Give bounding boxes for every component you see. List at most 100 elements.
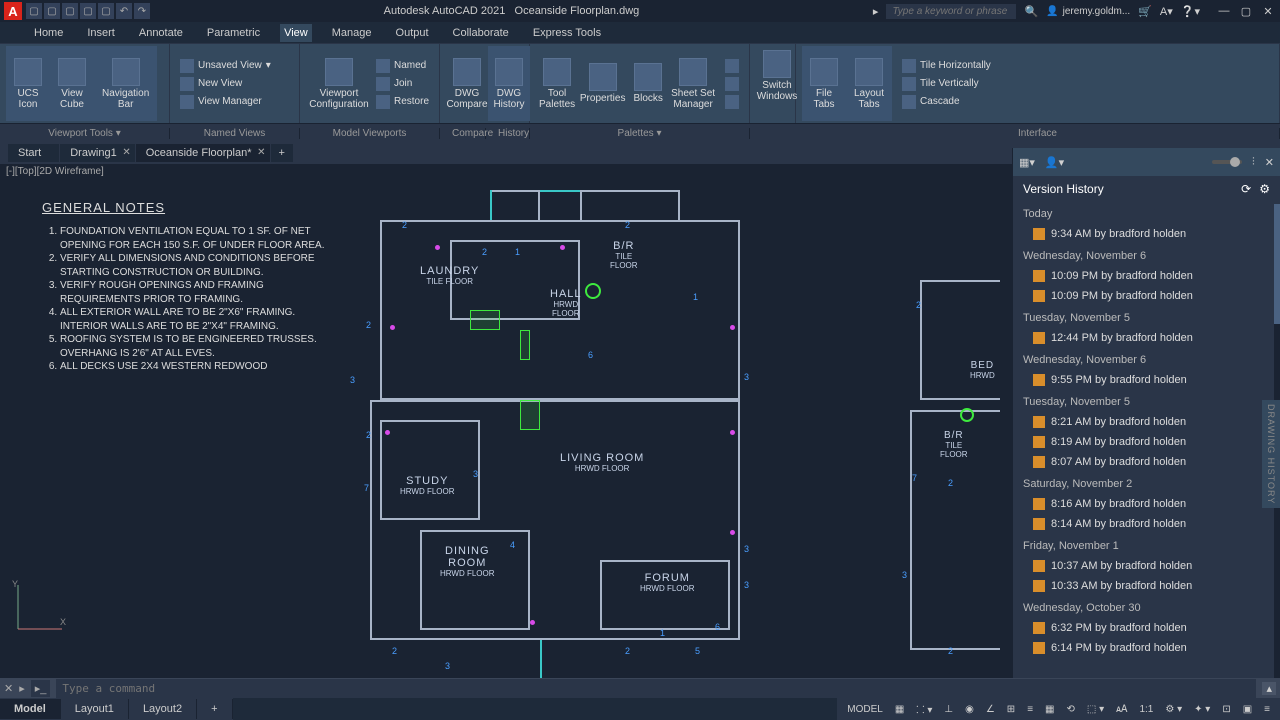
vh-entry[interactable]: 12:44 PM by bradford holden (1015, 328, 1278, 348)
join-vp-button[interactable]: Join (372, 76, 433, 92)
vh-entry[interactable]: 9:55 PM by bradford holden (1015, 370, 1278, 390)
doctab[interactable]: Start (8, 144, 59, 162)
tab-close-icon[interactable]: ✕ (257, 147, 265, 158)
filter-icon[interactable]: ⫶ (1252, 156, 1255, 169)
cmd-close-icon[interactable]: ✕ (4, 682, 13, 695)
qat-redo-icon[interactable]: ↷ (134, 3, 150, 19)
qat-open-icon[interactable]: ▢ (44, 3, 60, 19)
qat-new-icon[interactable]: ▢ (26, 3, 42, 19)
properties-button[interactable]: Properties (578, 46, 627, 121)
tool-palettes-button[interactable]: Tool Palettes (536, 46, 578, 121)
tile-horiz-button[interactable]: Tile Horizontally (898, 58, 995, 74)
qat-saveas-icon[interactable]: ▢ (80, 3, 96, 19)
vh-entry[interactable]: 6:32 PM by bradford holden (1015, 618, 1278, 638)
maximize-button[interactable]: ▢ (1238, 4, 1254, 18)
unsaved-view-dropdown[interactable]: Unsaved View ▾ (176, 58, 293, 74)
osnap-icon[interactable]: ∠ (982, 702, 999, 717)
menu-manage[interactable]: Manage (328, 24, 376, 42)
view-manager-button[interactable]: View Manager (176, 94, 293, 110)
settings-icon[interactable]: ⚙ (1259, 182, 1270, 196)
view-cube-button[interactable]: View Cube (50, 46, 94, 121)
vh-entry[interactable]: 9:34 AM by bradford holden (1015, 224, 1278, 244)
polar-icon[interactable]: ◉ (961, 702, 978, 717)
nav-bar-button[interactable]: Navigation Bar (94, 46, 157, 121)
app-menu-icon[interactable]: A▾ (1160, 5, 1173, 18)
menu-insert[interactable]: Insert (83, 24, 119, 42)
vh-entry[interactable]: 10:33 AM by bradford holden (1015, 576, 1278, 596)
palette-icon-2[interactable] (721, 76, 743, 92)
vh-entry[interactable]: 6:14 PM by bradford holden (1015, 638, 1278, 658)
model-tab[interactable]: Model (0, 699, 61, 719)
cart-icon[interactable]: 🛒 (1138, 5, 1152, 18)
otrack-icon[interactable]: ⊞ (1003, 702, 1019, 717)
new-view-button[interactable]: New View (176, 76, 293, 92)
menu-collaborate[interactable]: Collaborate (449, 24, 513, 42)
dwg-compare-button[interactable]: DWG Compare (446, 46, 488, 121)
add-tab-button[interactable]: + (271, 144, 293, 162)
layout-tabs-button[interactable]: Layout Tabs (846, 46, 892, 121)
blocks-button[interactable]: Blocks (627, 46, 669, 121)
qat-undo-icon[interactable]: ↶ (116, 3, 132, 19)
vh-entry[interactable]: 10:37 AM by bradford holden (1015, 556, 1278, 576)
vh-user-dropdown[interactable]: 👤▾ (1045, 156, 1064, 169)
vh-entry[interactable]: 10:09 PM by bradford holden (1015, 286, 1278, 306)
rf-palettes[interactable]: Palettes ▾ (530, 128, 750, 139)
doctab[interactable]: Drawing1✕ (60, 144, 134, 162)
minimize-button[interactable]: — (1216, 4, 1232, 18)
model-tab[interactable]: Layout2 (129, 699, 197, 719)
model-tab[interactable]: Layout1 (61, 699, 129, 719)
restore-vp-button[interactable]: Restore (372, 94, 433, 110)
palette-icon-1[interactable] (721, 58, 743, 74)
vh-entry[interactable]: 8:14 AM by bradford holden (1015, 514, 1278, 534)
scale-button[interactable]: 1:1 (1135, 702, 1157, 717)
clean-icon[interactable]: ▣ (1239, 702, 1256, 717)
menu-home[interactable]: Home (30, 24, 67, 42)
gear-icon[interactable]: ⚙ ▾ (1161, 702, 1186, 717)
ortho-icon[interactable]: ⊥ (940, 702, 957, 717)
refresh-icon[interactable]: ⟳ (1241, 182, 1251, 196)
cascade-button[interactable]: Cascade (898, 94, 995, 110)
vh-entry[interactable]: 8:21 AM by bradford holden (1015, 412, 1278, 432)
palette-icon-3[interactable] (721, 94, 743, 110)
menu-annotate[interactable]: Annotate (135, 24, 187, 42)
cycle-icon[interactable]: ⟲ (1062, 702, 1078, 717)
add-layout-button[interactable]: + (197, 699, 232, 719)
search-input[interactable] (886, 4, 1016, 19)
iso-icon[interactable]: ✦ ▾ (1190, 702, 1214, 717)
close-button[interactable]: ✕ (1260, 4, 1276, 18)
vh-entry[interactable]: 8:19 AM by bradford holden (1015, 432, 1278, 452)
viewport-config-button[interactable]: Viewport Configuration (306, 46, 372, 121)
command-input[interactable] (56, 679, 1256, 698)
menu-view[interactable]: View (280, 24, 312, 42)
search-icon[interactable]: 🔍 (1024, 5, 1038, 18)
dwg-history-button[interactable]: DWG History (488, 46, 530, 121)
panel-close-icon[interactable]: ✕ (1265, 156, 1274, 169)
tab-close-icon[interactable]: ✕ (122, 147, 130, 158)
hw-icon[interactable]: ⊡ (1218, 702, 1234, 717)
grid-icon[interactable]: ▦ (891, 702, 908, 717)
wcs-icon[interactable]: ⬚ ▾ (1083, 702, 1108, 717)
vh-list[interactable]: Today9:34 AM by bradford holdenWednesday… (1013, 202, 1280, 678)
vh-entry[interactable]: 8:07 AM by bradford holden (1015, 452, 1278, 472)
rf-viewport-tools[interactable]: Viewport Tools ▾ (0, 128, 170, 139)
ucs-icon-button[interactable]: UCS Icon (6, 46, 50, 121)
snap-icon[interactable]: ⸬ ▾ (912, 700, 936, 718)
vh-entry[interactable]: 8:16 AM by bradford holden (1015, 494, 1278, 514)
vh-entry[interactable]: 10:09 PM by bradford holden (1015, 266, 1278, 286)
cmd-recent-icon[interactable]: ▸ (19, 682, 25, 695)
drawing-history-tab[interactable]: DRAWING HISTORY (1262, 400, 1280, 508)
lweight-icon[interactable]: ≡ (1023, 702, 1037, 717)
qat-save-icon[interactable]: ▢ (62, 3, 78, 19)
status-model[interactable]: MODEL (843, 702, 887, 717)
share-icon[interactable]: ▸ (873, 5, 879, 18)
sheetset-button[interactable]: Sheet Set Manager (669, 46, 717, 121)
custom-icon[interactable]: ≡ (1260, 702, 1274, 717)
trans-icon[interactable]: ▦ (1041, 702, 1058, 717)
user-menu[interactable]: 👤 jeremy.goldm... (1046, 6, 1130, 17)
menu-output[interactable]: Output (392, 24, 433, 42)
menu-parametric[interactable]: Parametric (203, 24, 264, 42)
cmd-expand-icon[interactable]: ▴ (1262, 682, 1276, 695)
qat-plot-icon[interactable]: ▢ (98, 3, 114, 19)
help-icon[interactable]: ❔▾ (1181, 5, 1200, 18)
switch-windows-button[interactable]: Switch Windows (756, 46, 798, 106)
